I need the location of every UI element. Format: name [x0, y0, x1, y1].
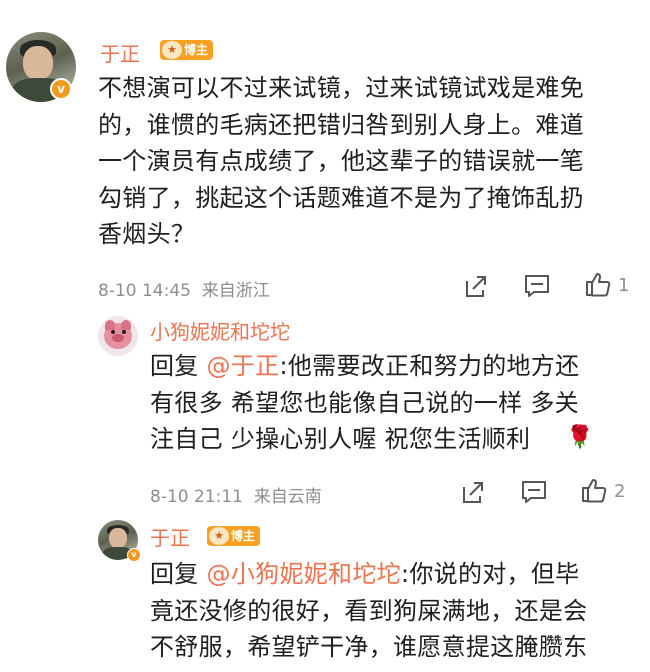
share-icon[interactable]: [459, 478, 487, 506]
comment-author[interactable]: 于正: [100, 38, 140, 67]
verified-badge-icon: v: [50, 78, 72, 100]
blogger-icon: ★: [162, 41, 182, 59]
like-count: 2: [614, 481, 626, 502]
comment-author[interactable]: 小狗妮妮和坨坨: [150, 316, 290, 345]
share-icon[interactable]: [462, 272, 490, 300]
comment-meta: 8-10 21:11 来自云南: [150, 487, 322, 507]
reply-text: 回复 @小狗妮妮和坨坨:你说的对，但毕 竟还没修的很好，看到狗屎满地，还是会 不…: [150, 560, 588, 661]
blogger-badge: ★ 博主: [207, 526, 261, 546]
verified-badge-icon: v: [127, 548, 141, 562]
thumbs-up-icon[interactable]: [580, 476, 608, 504]
rose-icon: 🌹: [566, 425, 594, 450]
blogger-icon: ★: [209, 527, 229, 545]
avatar[interactable]: [98, 316, 138, 356]
comment-meta: 8-10 14:45 来自浙江: [98, 281, 270, 301]
blogger-badge: ★ 博主: [160, 40, 214, 60]
mention-link[interactable]: @于正: [207, 352, 280, 380]
mention-link[interactable]: @小狗妮妮和坨坨: [207, 560, 401, 588]
thumbs-up-icon[interactable]: [584, 270, 612, 298]
comment-icon[interactable]: [523, 272, 551, 300]
reply-text: 回复 @于正:他需要改正和努力的地方还 有很多 希望您也能像自己说的一样 多关 …: [150, 352, 580, 453]
like-count: 1: [618, 275, 630, 296]
comment-author[interactable]: 于正: [150, 522, 190, 551]
comment-icon[interactable]: [520, 478, 548, 506]
comment-text: 不想演可以不过来试镜，过来试镜试戏是难免 的，谁惯的毛病还把错归咎到别人身上。难…: [98, 74, 584, 248]
